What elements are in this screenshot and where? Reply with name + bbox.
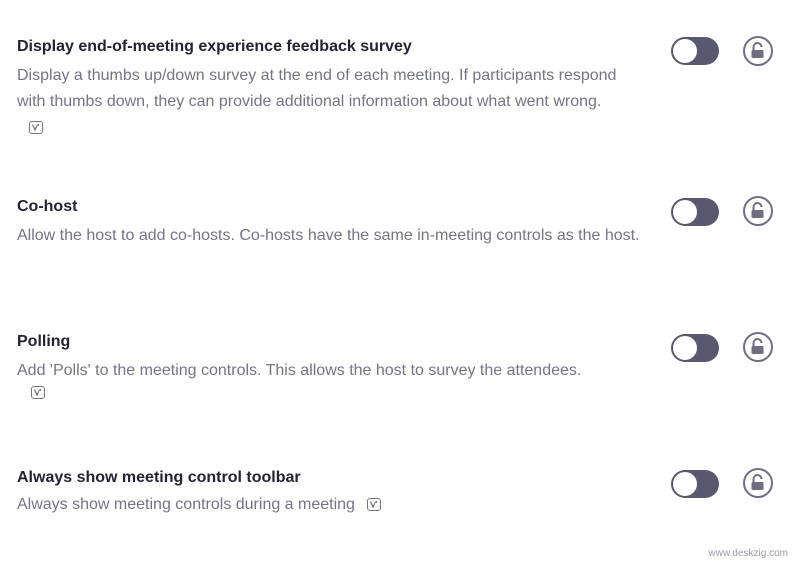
unlocked-padlock-icon[interactable] <box>743 36 773 66</box>
meeting-settings-panel: Display end-of-meeting experience feedba… <box>0 0 800 563</box>
setting-title: Co-host <box>17 198 78 215</box>
toggle-knob <box>673 336 697 360</box>
setting-description-text: Display a thumbs up/down survey at the e… <box>17 67 617 110</box>
version-info-icon[interactable] <box>31 386 45 399</box>
setting-description: Always show meeting controls during a me… <box>17 492 647 518</box>
feedback-survey-toggle[interactable] <box>671 37 719 65</box>
setting-title: Display end-of-meeting experience feedba… <box>17 38 412 55</box>
setting-title: Always show meeting control toolbar <box>17 469 301 486</box>
polling-toggle[interactable] <box>671 334 719 362</box>
setting-description-text: Add 'Polls' to the meeting controls. Thi… <box>17 362 582 379</box>
unlocked-padlock-icon[interactable] <box>743 332 773 362</box>
setting-co-host: Co-host Allow the host to add co-hosts. … <box>17 196 657 249</box>
watermark: www.deskzig.com <box>708 548 788 559</box>
setting-always-show-toolbar: Always show meeting control toolbar Alwa… <box>17 467 657 518</box>
setting-feedback-survey: Display end-of-meeting experience feedba… <box>17 36 657 141</box>
setting-description: Display a thumbs up/down survey at the e… <box>17 63 617 141</box>
unlocked-padlock-icon[interactable] <box>743 196 773 226</box>
setting-polling: Polling Add 'Polls' to the meeting contr… <box>17 331 657 402</box>
version-info-icon[interactable] <box>29 121 43 134</box>
setting-description-text: Always show meeting controls during a me… <box>17 496 355 513</box>
co-host-toggle[interactable] <box>671 198 719 226</box>
toggle-knob <box>673 39 697 63</box>
version-info-icon[interactable] <box>366 498 381 511</box>
unlocked-padlock-icon[interactable] <box>743 468 773 498</box>
toggle-knob <box>673 200 697 224</box>
toggle-knob <box>673 472 697 496</box>
always-show-toolbar-toggle[interactable] <box>671 470 719 498</box>
setting-description-text: Allow the host to add co-hosts. Co-hosts… <box>17 227 640 244</box>
setting-title: Polling <box>17 333 71 350</box>
setting-description: Add 'Polls' to the meeting controls. Thi… <box>17 358 647 384</box>
setting-description: Allow the host to add co-hosts. Co-hosts… <box>17 223 647 249</box>
